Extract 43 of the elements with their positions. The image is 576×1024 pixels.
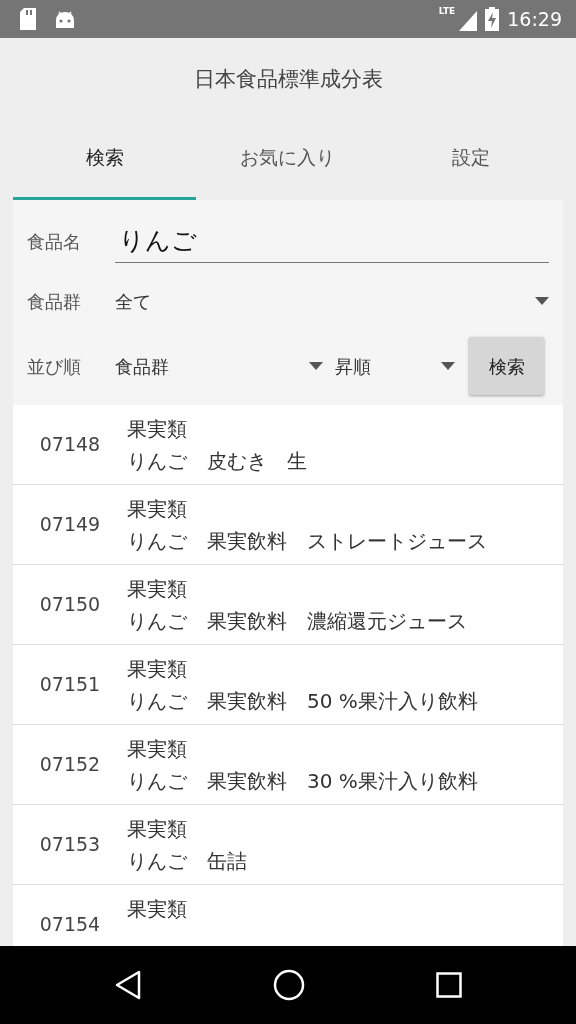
sort-order-dropdown[interactable]: 昇順 (335, 352, 455, 380)
home-icon[interactable] (273, 969, 305, 1001)
food-group: 果実類 (127, 492, 187, 525)
food-code: 07149 (38, 512, 102, 538)
food-group: 果実類 (127, 572, 187, 605)
network-type: LTE (438, 7, 456, 16)
battery-charging-icon (485, 7, 500, 31)
field-label: 並び順 (27, 354, 82, 379)
dropdown-arrow-icon (535, 297, 549, 305)
app-title: 日本食品標準成分表 (193, 67, 383, 91)
food-name-field[interactable]: りんご (115, 219, 549, 263)
search-button[interactable]: 検索 (469, 337, 544, 395)
recent-apps-icon[interactable] (436, 972, 463, 998)
food-group-dropdown[interactable]: 全て (115, 287, 549, 315)
clock: 16:29 (507, 6, 562, 32)
sd-card-icon (18, 8, 38, 30)
food-code: 07153 (38, 832, 102, 858)
food-group: 果実類 (127, 412, 187, 445)
sort-field-dropdown[interactable]: 食品群 (115, 352, 323, 380)
field-label: 食品群 (27, 289, 82, 314)
field-label: 食品名 (27, 229, 82, 254)
food-code: 07151 (38, 672, 102, 698)
food-name: りんご 果実飲料 30 %果汁入り飲料 (127, 767, 478, 795)
food-group: 果実類 (127, 812, 187, 845)
dropdown-arrow-icon (441, 362, 455, 370)
signal-icon (459, 11, 478, 31)
food-name: りんご 皮むき 生 (127, 447, 307, 475)
tab[interactable]: 設定 (379, 118, 563, 200)
tab[interactable]: お気に入り (196, 118, 380, 200)
food-group: 果実類 (127, 732, 187, 765)
android-icon (54, 10, 76, 28)
food-name: りんご 果実飲料 50 %果汁入り飲料 (127, 687, 478, 715)
food-group: 果実類 (127, 652, 187, 685)
food-code: 07154 (38, 912, 102, 938)
food-name: りんご 缶詰 (127, 847, 247, 875)
food-code: 07148 (38, 432, 102, 458)
food-code: 07150 (38, 592, 102, 618)
food-name: りんご 果実飲料 ストレートジュース (127, 527, 487, 555)
food-name: りんご 果実飲料 濃縮還元ジュース (127, 607, 467, 635)
back-icon[interactable] (113, 970, 142, 1000)
food-group: 果実類 (127, 893, 187, 925)
food-code: 07152 (38, 752, 102, 778)
dropdown-arrow-icon (309, 362, 323, 370)
